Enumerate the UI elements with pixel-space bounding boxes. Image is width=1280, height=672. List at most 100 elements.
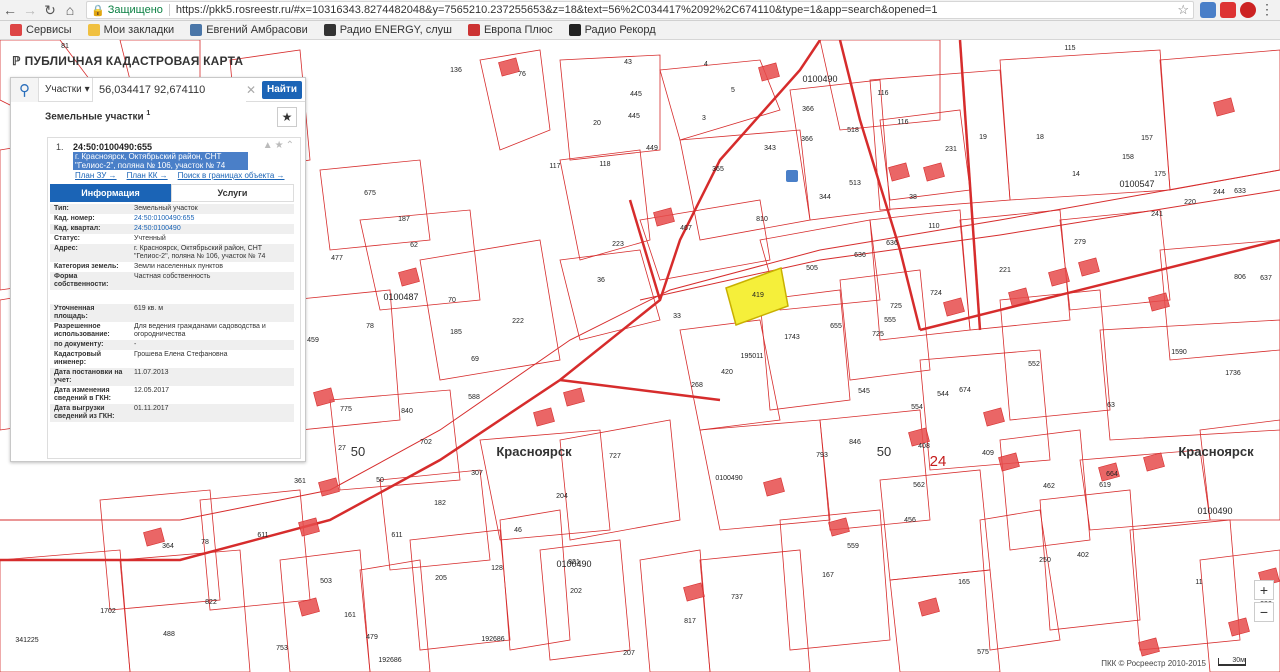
parcel-number-label: 341225 [15,637,38,644]
parcel-number-label: 445 [630,91,642,98]
parcel-outline[interactable] [639,549,711,672]
parcel-outline[interactable] [1159,49,1280,191]
favorites-star-button[interactable]: ★ [277,107,297,127]
bookmark-item[interactable]: Евгений Амбрасови [190,24,308,36]
parcel-outline[interactable] [319,159,431,251]
bookmark-item[interactable]: Европа Плюс [467,24,553,36]
back-icon[interactable]: ← [0,0,20,20]
address-bar[interactable]: 🔒 Защищено https://pkk5.rosreestr.ru/#x=1… [86,1,1194,19]
record-icon [568,24,581,36]
parcel-outline[interactable] [279,549,371,672]
parcel-number-label: 231 [945,146,957,153]
parcel-outline[interactable] [409,529,511,651]
reload-icon[interactable]: ↻ [40,0,60,20]
parcel-number-label: 562 [913,482,925,489]
parcel-number-label: 655 [830,323,842,330]
yandex-extension-icon[interactable] [1240,2,1256,18]
parcel-number-label: 33 [673,313,681,320]
parcel-number-label: 5 [731,87,735,94]
collapse-icon[interactable]: ⌃ [286,140,296,151]
bookmark-item[interactable]: Мои закладки [87,24,174,36]
parcel-number-label: 202 [570,588,582,595]
search-icon[interactable]: ⚲ [11,77,39,102]
zoom-in-button[interactable]: + [1254,580,1274,600]
parcel-outline[interactable] [999,289,1111,421]
clear-icon[interactable]: ✕ [246,83,256,97]
menu-icon[interactable]: ⋮ [1260,2,1274,16]
zoom-out-button[interactable]: − [1254,602,1274,622]
secure-indicator[interactable]: 🔒 Защищено [87,4,169,17]
parcel-outline[interactable] [559,419,681,541]
info-value[interactable]: 24:50:0100490 [132,224,294,234]
parcel-outline[interactable] [889,569,1001,672]
info-row: Форма собственности: Частная собственност… [50,272,294,290]
info-value: 11.07.2013 [134,369,169,376]
parcel-outline[interactable] [819,409,931,531]
parcel-number-label: 244 [1213,189,1225,196]
parcel-number-label: 724 [930,290,942,297]
search-boundary-link[interactable]: Поиск в границах объекта → [178,171,285,180]
bookmarks-bar: Сервисы Мои закладки Евгений Амбрасови Ради… [0,21,1280,40]
tab-services[interactable]: Услуги [171,184,294,202]
parcel-outline[interactable] [559,54,661,161]
result-card[interactable]: 1. 24:50:0100490:655 ▲★⌃ г. Красноярск, … [47,137,301,459]
parcel-number-label: 775 [340,406,352,413]
browser-toolbar: ← → ↻ ⌂ 🔒 Защищено https://pkk5.rosreestr… [0,0,1280,21]
quarter-label: 0100487 [383,292,418,302]
parcel-number-label: 636 [854,252,866,259]
cadastral-number[interactable]: 24:50:0100490:655 [73,142,152,152]
info-value[interactable]: 24:50:0100490:655 [132,214,294,224]
parcel-number-label: 552 [1028,361,1040,368]
bookmark-item[interactable]: Сервисы [10,24,72,36]
card-actions[interactable]: ▲★⌃ [263,140,296,151]
bookmark-star-icon[interactable]: ☆ [1177,2,1189,18]
parcel-number-label: 402 [1077,552,1089,559]
parcel-outline[interactable] [359,559,431,672]
parcel-outline[interactable] [999,49,1171,201]
parcel-outline[interactable] [679,129,811,241]
parcel-outline[interactable] [879,469,991,581]
bookmark-item[interactable]: Радио Рекорд [568,24,656,36]
parcel-outline[interactable] [879,109,971,201]
building [298,517,320,537]
parcel-outline[interactable] [699,549,811,672]
parcel-outline[interactable] [329,389,461,491]
parcel-outline[interactable] [1199,419,1280,521]
parcel-number-label: 27 [338,445,346,452]
parcel-outline[interactable] [1159,239,1280,361]
building [888,162,910,182]
bookmark-item[interactable]: Радио ENERGY, слуш [323,24,452,36]
warning-icon[interactable]: ▲ [263,140,275,151]
info-key: Статус: [54,235,80,242]
parcel-number-label: 409 [982,450,994,457]
building [653,207,675,227]
parcel-outline[interactable] [1099,319,1280,441]
parcel-number-label: 3 [702,115,706,122]
search-input[interactable] [93,77,246,102]
parcel-outline[interactable] [499,509,571,651]
forward-icon[interactable]: → [20,0,40,20]
parcel-outline[interactable] [119,549,251,672]
search-type-select[interactable]: Участки ▾ [39,77,93,102]
parcel-outline[interactable] [1129,519,1241,651]
parcel-outline[interactable] [539,539,631,661]
find-button[interactable]: Найти [262,80,302,99]
info-marker-icon[interactable] [786,170,798,182]
translate-extension-icon[interactable] [1200,2,1216,18]
parcel-outline[interactable] [559,249,661,341]
adblock-extension-icon[interactable] [1220,2,1236,18]
parcel-outline[interactable] [419,239,561,381]
tab-info[interactable]: Информация [50,184,171,202]
parcel-outline[interactable] [1059,209,1171,311]
plan-kk-link[interactable]: План КК → [127,171,168,180]
parcel-outline[interactable] [979,509,1061,651]
parcel-number-label: 46 [514,527,522,534]
results-heading: Земельные участки 1 [45,110,151,123]
quarter-label: 0100490 [556,559,591,569]
info-value: - [134,341,137,348]
home-icon[interactable]: ⌂ [60,0,80,20]
parcel-outline[interactable] [839,269,931,381]
parcel-outline[interactable] [999,429,1091,551]
plan-zu-link[interactable]: План ЗУ → [75,171,117,180]
star-icon[interactable]: ★ [275,140,286,151]
